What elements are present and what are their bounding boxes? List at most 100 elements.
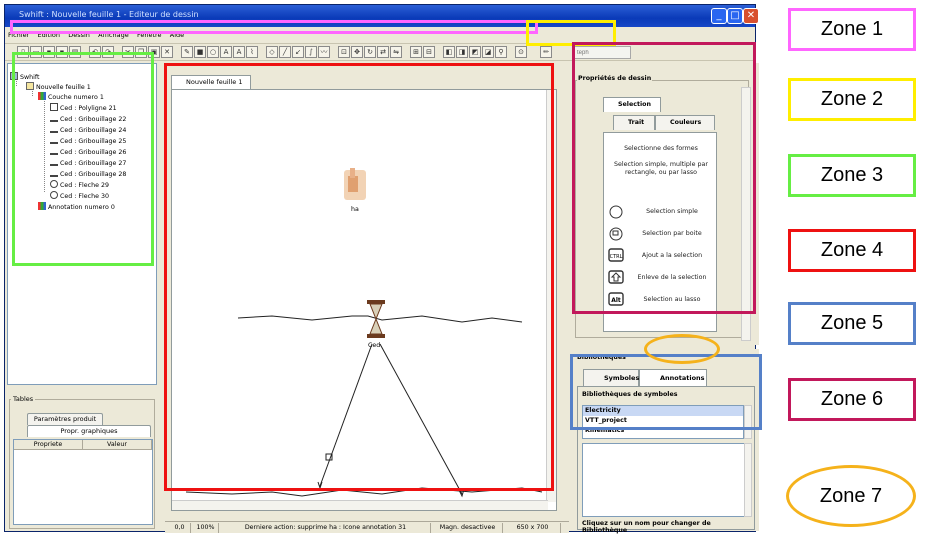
status-zoom: 100% — [193, 523, 219, 533]
copy-icon[interactable]: ❐ — [135, 46, 147, 58]
tab-selection[interactable]: Selection — [603, 97, 661, 112]
sheet-icon — [26, 82, 34, 90]
library-area-scrollbar[interactable] — [744, 443, 752, 517]
print-icon[interactable]: ▤ — [69, 46, 81, 58]
zoom-box-icon[interactable]: ⊡ — [338, 46, 350, 58]
polygon-tool-icon[interactable]: ◇ — [266, 46, 278, 58]
scribble-icon — [50, 136, 58, 144]
arrow-tool-icon[interactable]: ↙ — [292, 46, 304, 58]
library-list-scrollbar[interactable] — [744, 405, 752, 439]
move-icon[interactable]: ✥ — [351, 46, 363, 58]
scribble-tool-icon[interactable]: 〰 — [318, 46, 330, 58]
delete-icon[interactable]: ✕ — [161, 46, 173, 58]
cut-icon[interactable]: ✂ — [122, 46, 134, 58]
drawing-canvas[interactable]: ha Ced — [171, 89, 557, 511]
library-symbols-area[interactable] — [582, 443, 750, 517]
fill-color-icon[interactable]: ■ — [194, 46, 206, 58]
action-enleve-selection[interactable]: Enleve de la selection — [606, 269, 718, 287]
minimize-button[interactable]: _ — [711, 8, 727, 24]
tab-propr-graphiques[interactable]: Propr. graphiques — [27, 425, 151, 437]
group-icon[interactable]: ◩ — [469, 46, 481, 58]
title-bar[interactable]: Swhift : Nouvelle feuille 1 - Editeur de… — [5, 5, 759, 27]
tree-node-root[interactable]: Swhift — [10, 72, 39, 82]
action-selection-simple[interactable]: Selection simple — [606, 203, 718, 221]
properties-scrollbar[interactable] — [741, 87, 751, 341]
maximize-button[interactable]: □ — [727, 8, 743, 24]
menu-aide[interactable]: Aide — [167, 29, 187, 41]
text-tool-icon[interactable]: A — [233, 46, 245, 58]
arrow-shape-icon — [50, 191, 58, 199]
action-selection-lasso[interactable]: Alt Selection au lasso — [606, 291, 718, 309]
freehand-tool-icon[interactable]: ∫ — [305, 46, 317, 58]
flip-icon[interactable]: ⇄ — [377, 46, 389, 58]
layer-icon — [38, 92, 46, 100]
tree-node-layer[interactable]: Couche numero 1 — [38, 92, 104, 102]
tree-node-sheet[interactable]: Nouvelle feuille 1 — [26, 82, 91, 92]
circle-tool-icon[interactable]: ○ — [207, 46, 219, 58]
col-header-valeur[interactable]: Valeur — [83, 440, 152, 449]
toolbar-search-input[interactable] — [573, 46, 631, 59]
tree-item[interactable]: Ced : Gribouillage 22 — [50, 114, 126, 124]
text-bold-icon[interactable]: A — [220, 46, 232, 58]
tree-item[interactable]: Ced : Fleche 29 — [50, 180, 109, 190]
selection-help: Selectionne des formes Selection simple,… — [603, 132, 717, 332]
grid-icon[interactable]: ⊞ — [410, 46, 422, 58]
tab-symboles[interactable]: Symboles — [583, 369, 639, 386]
save-as-icon[interactable]: ▪ — [56, 46, 68, 58]
search-icon[interactable]: ⚲ — [495, 46, 507, 58]
canvas-horizontal-scrollbar[interactable] — [172, 500, 548, 510]
menu-fichier[interactable]: Fichier — [5, 29, 32, 41]
tree-item[interactable]: Ced : Gribouillage 27 — [50, 158, 126, 168]
tree-item[interactable]: Ced : Gribouillage 28 — [50, 169, 126, 179]
rotate-icon[interactable]: ↻ — [364, 46, 376, 58]
arrow-left — [319, 343, 373, 487]
shape-tree: Swhift Nouvelle feuille 1 Couche numero … — [7, 63, 157, 385]
bring-front-icon[interactable]: ◧ — [443, 46, 455, 58]
status-magnet: Magn. desactivee — [433, 523, 503, 533]
redo-icon[interactable]: ↷ — [102, 46, 114, 58]
lock-icon[interactable]: ⊙ — [515, 46, 527, 58]
new-file-icon[interactable]: ▯ — [17, 46, 29, 58]
tree-item[interactable]: Ced : Gribouillage 26 — [50, 147, 126, 157]
pencil-icon[interactable]: ✏ — [540, 46, 552, 58]
snap-icon[interactable]: ⊟ — [423, 46, 435, 58]
scribble-icon — [50, 158, 58, 166]
tab-annotations[interactable]: Annotations — [639, 369, 707, 386]
tab-document[interactable]: Nouvelle feuille 1 — [171, 75, 251, 89]
menu-edition[interactable]: Edition — [34, 29, 63, 41]
mirror-icon[interactable]: ⇋ — [390, 46, 402, 58]
tab-parametres-produit[interactable]: Paramètres produit — [27, 413, 103, 425]
brush-icon[interactable]: ⌇ — [246, 46, 258, 58]
action-ajout-selection[interactable]: CTRL Ajout a la selection — [606, 247, 718, 265]
tab-trait[interactable]: Trait — [613, 115, 655, 130]
open-file-icon[interactable]: ▭ — [30, 46, 42, 58]
save-icon[interactable]: ▪ — [43, 46, 55, 58]
send-back-icon[interactable]: ◨ — [456, 46, 468, 58]
undo-icon[interactable]: ↶ — [89, 46, 101, 58]
pen-icon[interactable]: ✎ — [181, 46, 193, 58]
canvas-vertical-scrollbar[interactable] — [546, 90, 556, 502]
scribble-icon — [50, 147, 58, 155]
menu-dessin[interactable]: Dessin — [65, 29, 93, 41]
col-header-propriete[interactable]: Propriete — [14, 440, 83, 449]
menu-affichage[interactable]: Affichage — [95, 29, 132, 41]
menu-fenetre[interactable]: Fenetre — [134, 29, 165, 41]
tab-couleurs[interactable]: Couleurs — [655, 115, 715, 130]
tree-item[interactable]: Ced : Fleche 30 — [50, 191, 109, 201]
close-button[interactable]: ✕ — [743, 8, 759, 24]
paste-icon[interactable]: ▣ — [148, 46, 160, 58]
library-item[interactable]: Kinematics — [583, 426, 743, 436]
line-tool-icon[interactable]: ╱ — [279, 46, 291, 58]
action-selection-boite[interactable]: Selection par boite — [606, 225, 718, 243]
library-item[interactable]: VTT_project — [583, 416, 743, 426]
library-item[interactable]: Electricity — [583, 406, 743, 416]
tree-item[interactable]: Ced : Polyligne 21 — [50, 103, 117, 113]
tree-item[interactable]: Ced : Gribouillage 24 — [50, 125, 126, 135]
svg-text:CTRL: CTRL — [610, 254, 623, 260]
tree-item[interactable]: Ced : Gribouillage 25 — [50, 136, 126, 146]
zone7-label: Zone 7 — [786, 465, 916, 527]
drawing-area: Nouvelle feuille 1 ha Ced — [165, 63, 569, 521]
tree-node-annotation[interactable]: Annotation numero 0 — [38, 202, 115, 212]
zone1-label: Zone 1 — [788, 8, 916, 51]
ungroup-icon[interactable]: ◪ — [482, 46, 494, 58]
